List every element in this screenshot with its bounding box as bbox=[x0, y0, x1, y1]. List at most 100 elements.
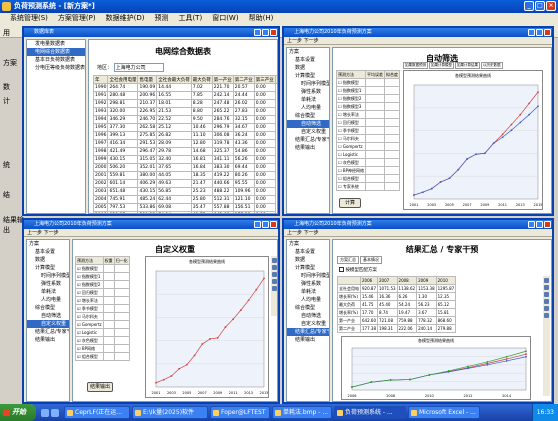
method-row[interactable]: ☐ Gompertz bbox=[335, 142, 401, 151]
table-row[interactable]: 第二产业 177.38 198.31 222.06 240.14 279.88 bbox=[337, 324, 457, 333]
table-row[interactable]: 2005 797.53 533.86 69.08 35.47 557.88 156.51 0.… bbox=[92, 203, 278, 212]
tree-item[interactable]: 单耗法 bbox=[27, 288, 69, 296]
tree-item[interactable]: 人均电量 bbox=[27, 296, 69, 304]
method-row[interactable]: ☐ 季节模型 bbox=[335, 126, 401, 135]
tree-item[interactable]: 综合模型 bbox=[287, 112, 329, 120]
table-row[interactable]: 2004 745.91 485.24 62.44 25.80 512.31 121.10 0.… bbox=[92, 195, 278, 204]
table-row[interactable]: 增长率(%) 17.70 8.74 19.47 3.67 15.81 bbox=[337, 308, 457, 317]
table-row[interactable]: 最大负荷 41.75 45.40 54.24 56.23 65.12 bbox=[337, 300, 457, 309]
method-row[interactable]: ☐ 专家系统 bbox=[335, 182, 401, 191]
menu-plan[interactable]: 方案管理(P) bbox=[58, 13, 96, 24]
minimize-button[interactable] bbox=[528, 221, 535, 228]
method-row[interactable]: ☐ 马尔科夫 bbox=[335, 134, 401, 143]
close-button[interactable] bbox=[544, 221, 551, 228]
tool-icon[interactable] bbox=[272, 265, 277, 270]
tree-item[interactable]: 弹性系数 bbox=[287, 88, 329, 96]
method-row[interactable]: ☐ 组合模型 bbox=[335, 174, 401, 183]
menu-tools[interactable]: 工具(T) bbox=[178, 13, 202, 24]
tool-icon[interactable] bbox=[544, 292, 549, 297]
tool-icon[interactable] bbox=[272, 272, 277, 277]
tool-icon[interactable] bbox=[544, 306, 549, 311]
match-checkbox[interactable] bbox=[339, 267, 344, 272]
tree-item[interactable]: 发电量数据表 bbox=[27, 40, 85, 48]
task-button[interactable]: Microsoft Excel - ... bbox=[408, 406, 480, 419]
tree-item[interactable]: 分电压等级负荷数据表 bbox=[27, 64, 85, 72]
tool-icon[interactable] bbox=[544, 278, 549, 283]
tree-item[interactable]: 计算模型 bbox=[27, 264, 69, 272]
tree-item[interactable]: 时间序列模型 bbox=[287, 80, 329, 88]
step-toolbar[interactable]: 上一步 下一步 bbox=[284, 229, 552, 237]
tool-icon[interactable] bbox=[272, 258, 277, 263]
tree-item[interactable]: 自动筛选 bbox=[27, 312, 69, 320]
start-button[interactable]: 开始 bbox=[0, 404, 36, 421]
method-row[interactable]: ☑ 灰色模型 bbox=[75, 336, 130, 345]
maximize-button[interactable] bbox=[536, 29, 543, 36]
tab[interactable]: 如果数据预测 bbox=[403, 62, 428, 69]
table-row[interactable]: 2006920.87590.8374.9441.75642.60177.380.… bbox=[92, 211, 278, 213]
tree-item[interactable]: 基本设置 bbox=[27, 248, 69, 256]
table-row[interactable]: 1997 416.34 291.53 28.09 12.80 319.78 43.36 0.0… bbox=[92, 139, 278, 148]
tree-item[interactable]: 自动筛选 bbox=[287, 312, 329, 320]
method-row[interactable]: ☑ 增长率法 bbox=[75, 296, 130, 305]
table-row[interactable]: 1992 298.81 210.37 18.01 8.28 247.48 26.02 0.00 bbox=[92, 99, 278, 108]
table-row[interactable]: 2000 506.20 352.01 37.65 16.84 383.30 69.44 0.0… bbox=[92, 163, 278, 172]
method-row[interactable]: ☑ BP网络 bbox=[75, 344, 130, 353]
table-row[interactable]: 2003 651.48 430.15 56.85 25.23 488.22 109.96 0.… bbox=[92, 187, 278, 196]
close-button[interactable] bbox=[270, 221, 277, 228]
minimize-button[interactable] bbox=[528, 29, 535, 36]
table-row[interactable]: 第一产业 642.60 721.08 759.88 778.32 868.60 bbox=[337, 316, 457, 325]
method-row[interactable]: ☑ 季节模型 bbox=[75, 304, 130, 313]
method-row[interactable]: ☐ 指数模型2 bbox=[335, 94, 401, 103]
tree-item[interactable]: 方案 bbox=[287, 48, 329, 56]
step-toolbar[interactable]: 上一步 下一步 bbox=[284, 37, 552, 45]
region-select[interactable]: 上海电力公司 bbox=[113, 63, 164, 72]
table-row[interactable]: 1990 264.74 190.09 14.44 7.02 221.70 20.57 0.00 bbox=[92, 83, 278, 92]
tree-item[interactable]: 自动筛选 bbox=[287, 120, 329, 128]
method-row[interactable]: ☐ 增长率法 bbox=[335, 110, 401, 119]
table-row[interactable]: 增长率(%) 15.46 16.36 6.26 1.30 12.35 bbox=[337, 292, 457, 301]
task-button[interactable]: E:\Ik量(2025)软件 bbox=[132, 406, 208, 419]
menu-system[interactable]: 系统管理(S) bbox=[10, 13, 48, 24]
tab[interactable]: 如果计算模型 bbox=[429, 62, 454, 69]
table-row[interactable]: 1996 399.13 275.85 26.82 11.10 306.08 36.24 0.0… bbox=[92, 131, 278, 140]
tree-item[interactable]: 单耗法 bbox=[287, 288, 329, 296]
tree-item[interactable]: 结果汇总/专家干预 bbox=[287, 136, 329, 144]
table-row[interactable]: 2002 601.14 406.29 49.63 21.47 440.66 95.55 0.0… bbox=[92, 179, 278, 188]
tree-item[interactable]: 基本设置 bbox=[287, 248, 329, 256]
tree-item[interactable]: 人均电量 bbox=[287, 296, 329, 304]
task-button[interactable]: 负荷预测系统 - ... bbox=[334, 406, 406, 419]
table-row[interactable]: 1995 377.30 262.58 25.12 10.46 296.79 34.67 0.0… bbox=[92, 123, 278, 132]
method-row[interactable]: ☐ 回归模型 bbox=[335, 118, 401, 127]
tree-item[interactable]: 结果汇总/专家干预 bbox=[27, 328, 69, 336]
tab[interactable]: 基本情况 bbox=[360, 256, 382, 264]
browser-icon[interactable] bbox=[51, 408, 59, 417]
step-toolbar[interactable]: 上一步 下一步 bbox=[24, 229, 278, 237]
table-row[interactable]: 1999 430.15 315.05 32.40 16.81 341.11 56.26 0.0… bbox=[92, 155, 278, 164]
desktop-icon[interactable] bbox=[41, 408, 49, 417]
calculate-button[interactable]: 计算 bbox=[339, 198, 361, 208]
table-row[interactable]: 1993 320.00 226.95 21.53 8.80 265.22 27.83 0.00 bbox=[92, 107, 278, 116]
minimize-button[interactable] bbox=[254, 221, 261, 228]
tree-item[interactable]: 自定义权重 bbox=[287, 320, 329, 328]
method-row[interactable]: ☑ 指数模型 bbox=[75, 264, 130, 273]
maximize-button[interactable]: □ bbox=[535, 1, 545, 11]
tool-icon[interactable] bbox=[272, 286, 277, 291]
method-row[interactable]: ☐ 指数模型1 bbox=[335, 86, 401, 95]
tool-icon[interactable] bbox=[544, 299, 549, 304]
method-row[interactable]: ☑ 组合模型 bbox=[75, 352, 130, 361]
tree-item[interactable]: 结果输出 bbox=[287, 144, 329, 152]
tree-item[interactable]: 时间序列模型 bbox=[287, 272, 329, 280]
tree-item[interactable]: 方案 bbox=[287, 240, 329, 248]
tree-item[interactable]: 基本设置 bbox=[287, 56, 329, 64]
tree-item[interactable]: 综合模型 bbox=[27, 304, 69, 312]
tree-item[interactable]: 弹性系数 bbox=[287, 280, 329, 288]
minimize-button[interactable] bbox=[254, 29, 261, 36]
minimize-button[interactable]: _ bbox=[524, 1, 534, 11]
tree-item[interactable]: 自定义权重 bbox=[287, 128, 329, 136]
table-row[interactable]: 2001 559.81 380.00 44.05 18.35 419.22 80.26 0.0… bbox=[92, 171, 278, 180]
tree-item[interactable]: 数据 bbox=[287, 64, 329, 72]
method-row[interactable]: ☑ 指数模型2 bbox=[75, 280, 130, 289]
tab[interactable]: 以历史数据 bbox=[481, 62, 503, 69]
maximize-button[interactable] bbox=[536, 221, 543, 228]
tree-item[interactable]: 计算模型 bbox=[287, 72, 329, 80]
